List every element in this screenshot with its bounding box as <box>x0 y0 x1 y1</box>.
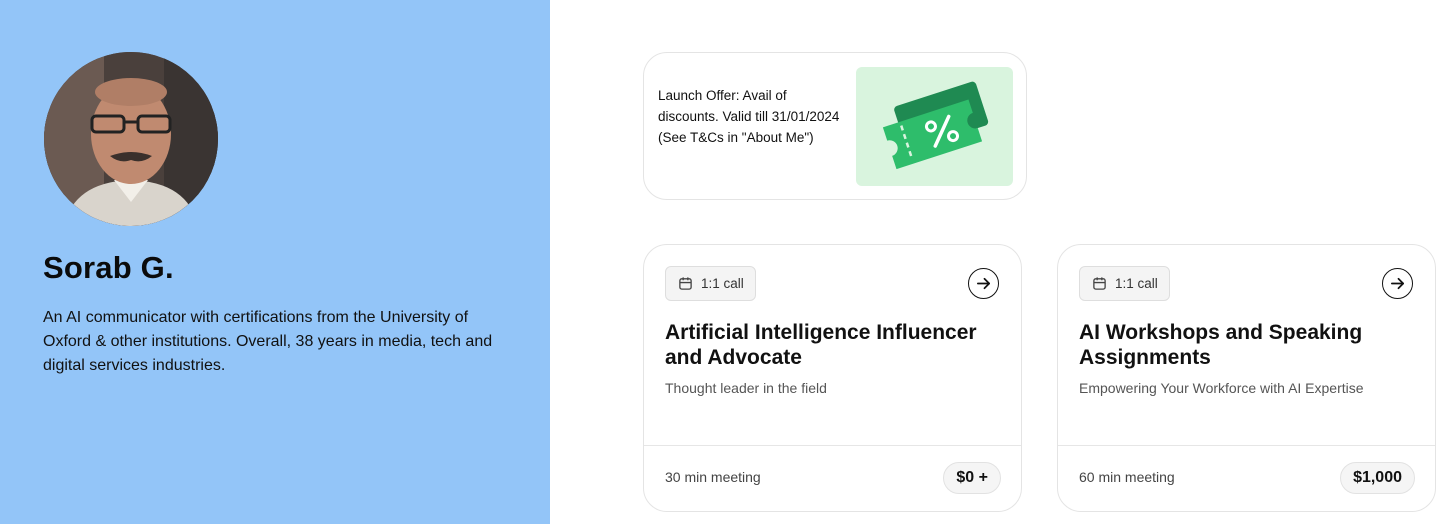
open-service-button[interactable] <box>1382 268 1413 299</box>
arrow-right-icon <box>1390 277 1405 290</box>
call-type-badge: 1:1 call <box>1079 266 1170 301</box>
card-divider <box>644 445 1021 446</box>
arrow-right-icon <box>976 277 991 290</box>
service-title: AI Workshops and Speaking Assignments <box>1079 321 1363 369</box>
meeting-duration: 60 min meeting <box>1079 469 1175 485</box>
open-service-button[interactable] <box>968 268 999 299</box>
call-type-badge: 1:1 call <box>665 266 756 301</box>
call-type-label: 1:1 call <box>701 276 744 291</box>
calendar-icon <box>679 277 692 290</box>
profile-panel: Sorab G. An AI communicator with certifi… <box>0 0 550 524</box>
profile-bio: An AI communicator with certifications f… <box>43 309 493 374</box>
discount-ticket-icon <box>856 67 1013 186</box>
avatar <box>44 52 218 226</box>
price-badge: $0 + <box>943 462 1001 494</box>
call-type-label: 1:1 call <box>1115 276 1158 291</box>
profile-name: Sorab G. <box>43 250 174 285</box>
service-title: Artificial Intelligence Influencer and A… <box>665 321 977 369</box>
service-subtitle: Thought leader in the field <box>665 380 827 396</box>
service-subtitle: Empowering Your Workforce with AI Expert… <box>1079 380 1364 396</box>
meeting-duration: 30 min meeting <box>665 469 761 485</box>
card-divider <box>1058 445 1435 446</box>
price-badge: $1,000 <box>1340 462 1415 494</box>
calendar-icon <box>1093 277 1106 290</box>
service-card-ai-workshops[interactable]: 1:1 call AI Workshops and Speaking Assig… <box>1057 244 1436 512</box>
service-card-ai-influencer[interactable]: 1:1 call Artificial Intelligence Influen… <box>643 244 1022 512</box>
avatar-photo <box>44 52 218 226</box>
launch-offer-card[interactable]: Launch Offer: Avail of discounts. Valid … <box>643 52 1027 200</box>
offer-text: Launch Offer: Avail of discounts. Valid … <box>658 88 840 145</box>
